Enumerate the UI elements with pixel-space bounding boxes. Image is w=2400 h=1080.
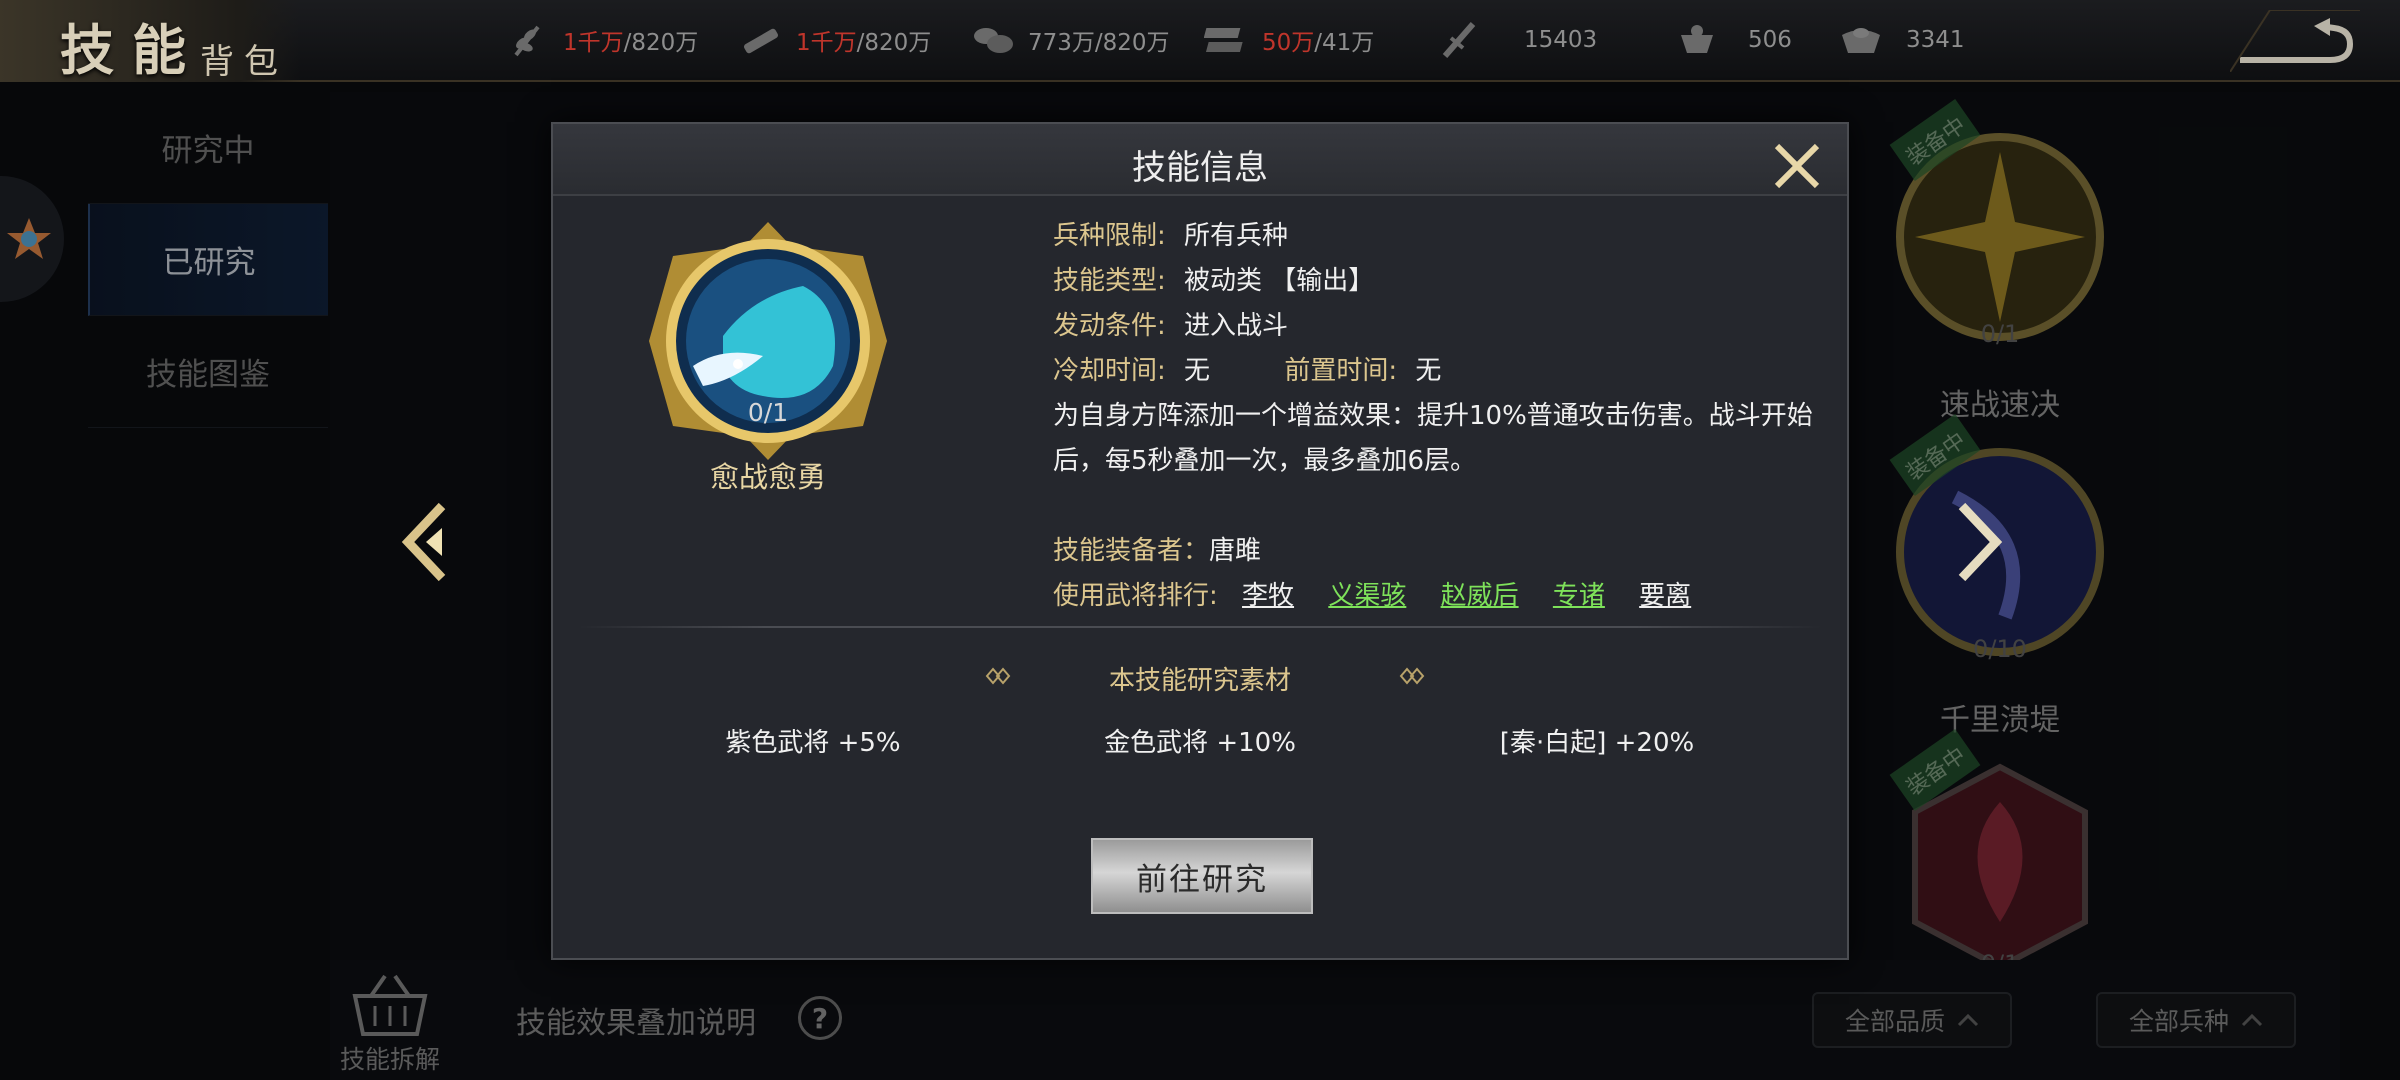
prep-time-key: 前置时间:: [1284, 356, 1398, 386]
weapon-count: 15403: [1524, 27, 1598, 53]
skill-info-dialog: 技能信息 0/1 愈战愈勇 兵种限制: 所有兵种 技能类型: 被动类 【输出】: [551, 122, 1849, 960]
resource-grain[interactable]: 1千万/820万: [505, 20, 698, 60]
go-research-label: 前往研究: [1136, 861, 1268, 898]
resource-treasure[interactable]: 506: [1674, 20, 1792, 60]
chevron-right-icon: [1958, 502, 2003, 582]
materials-list: 紫色武将 +5% 金色武将 +10% [秦·白起] +20%: [553, 722, 1847, 762]
troop-limit-value: 所有兵种: [1184, 221, 1289, 251]
equipper-row: 技能装备者：唐雎: [1053, 529, 1813, 574]
general-link-yaoli[interactable]: 要离: [1639, 581, 1691, 611]
stone-max: /820万: [1094, 30, 1170, 56]
trigger-key: 发动条件:: [1053, 311, 1166, 341]
chevron-left-icon: [401, 502, 446, 582]
ingot-icon: [1838, 20, 1884, 60]
grain-max: /820万: [623, 30, 699, 56]
resource-weapon[interactable]: 15403: [1436, 20, 1597, 60]
top-bar: 技能 背包 1千万/820万 1千万/820万 773万/820万 50万/41…: [0, 0, 2400, 82]
page-subtitle: 背包: [200, 42, 288, 82]
trigger-row: 发动条件: 进入战斗: [1053, 304, 1813, 349]
next-skill-arrow[interactable]: [1950, 500, 2006, 584]
back-arrow-icon: [2229, 9, 2360, 73]
resource-wood[interactable]: 1千万/820万: [738, 20, 931, 60]
material-gold-general: 金色武将 +10%: [1104, 728, 1296, 758]
wood-icon: [738, 20, 784, 60]
iron-max: /41万: [1314, 30, 1375, 56]
resource-stone[interactable]: 773万/820万: [970, 20, 1170, 60]
trigger-value: 进入战斗: [1184, 311, 1289, 341]
skill-type-row: 技能类型: 被动类 【输出】: [1053, 259, 1813, 304]
skill-count: 0/1: [747, 398, 789, 427]
skill-wolf-icon: [649, 222, 887, 460]
prev-skill-arrow[interactable]: [398, 500, 454, 584]
general-link-zhaoweihou[interactable]: 赵威后: [1441, 581, 1519, 611]
skill-badge: [643, 216, 893, 466]
ingot-count: 3341: [1906, 27, 1965, 53]
skill-type-key: 技能类型:: [1053, 266, 1166, 296]
equipper-value: 唐雎: [1209, 536, 1262, 566]
skill-info-panel: 兵种限制: 所有兵种 技能类型: 被动类 【输出】 发动条件: 进入战斗 冷却时…: [1053, 214, 1813, 619]
skill-name: 愈战愈勇: [709, 460, 826, 494]
equipper-key: 技能装备者：: [1053, 536, 1210, 566]
weapon-icon: [1436, 20, 1482, 60]
treasure-bowl-icon: [1674, 20, 1720, 60]
general-link-yiquhai[interactable]: 义渠骇: [1328, 581, 1406, 611]
ranking-key: 使用武将排行:: [1053, 581, 1218, 611]
grain-current: 1千万: [563, 30, 624, 56]
wood-current: 1千万: [796, 30, 857, 56]
stone-current: 773万: [1028, 30, 1095, 56]
timing-row: 冷却时间: 无 前置时间: 无: [1053, 349, 1813, 394]
page-title: 技能: [60, 18, 204, 82]
iron-current: 50万: [1262, 30, 1315, 56]
troop-limit-row: 兵种限制: 所有兵种: [1053, 214, 1813, 259]
iron-icon: [1204, 20, 1250, 60]
cooldown-value: 无: [1184, 356, 1211, 386]
treasure-count: 506: [1748, 27, 1792, 53]
material-qin-baiqi: [秦·白起] +20%: [1499, 728, 1695, 758]
close-button[interactable]: [1771, 140, 1823, 192]
material-purple-general: 紫色武将 +5%: [725, 728, 901, 758]
resource-iron[interactable]: 50万/41万: [1204, 20, 1374, 60]
skill-type-value: 被动类 【输出】: [1184, 266, 1375, 296]
resource-ingot[interactable]: 3341: [1838, 20, 1965, 60]
prep-time-value: 无: [1415, 356, 1442, 386]
go-research-button[interactable]: 前往研究: [1091, 838, 1313, 914]
materials-title: 本技能研究素材: [1108, 666, 1291, 696]
title-plate: 技能 背包: [0, 0, 300, 82]
ranking-row: 使用武将排行: 李牧 义渠骇 赵威后 专诸 要离: [1053, 574, 1813, 619]
cooldown-key: 冷却时间:: [1053, 356, 1166, 386]
general-link-limu[interactable]: 李牧: [1242, 581, 1294, 611]
wood-max: /820万: [856, 30, 932, 56]
dialog-header: 技能信息: [553, 124, 1847, 196]
stone-icon: [970, 20, 1016, 60]
skill-description: 为自身方阵添加一个增益效果：提升10%普通攻击伤害。战斗开始后，每5秒叠加一次，…: [1053, 401, 1813, 476]
ornament-right-icon: [1399, 667, 1425, 685]
close-icon: [1774, 143, 1820, 189]
back-button[interactable]: [2229, 9, 2360, 73]
dialog-title: 技能信息: [1132, 148, 1268, 188]
section-divider: [579, 626, 1821, 628]
grain-icon: [505, 20, 551, 60]
general-link-zhuanzhu[interactable]: 专诸: [1553, 581, 1605, 611]
troop-limit-key: 兵种限制:: [1053, 221, 1166, 251]
